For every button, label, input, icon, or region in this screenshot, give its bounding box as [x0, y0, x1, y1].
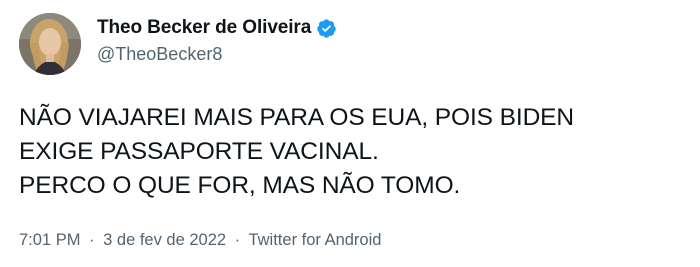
tweet-text-line: NÃO VIAJAREI MAIS PARA OS EUA, POIS BIDE… — [19, 104, 575, 131]
separator-dot: · — [89, 231, 95, 249]
tweet-metadata: 7:01 PM · 3 de fev de 2022 · Twitter for… — [19, 231, 381, 250]
author-handle[interactable]: @TheoBecker8 — [97, 44, 222, 65]
tweet-card: Theo Becker de Oliveira @TheoBecker8 NÃO… — [0, 0, 700, 267]
tweet-date[interactable]: 3 de fev de 2022 — [103, 231, 226, 249]
author-display-name[interactable]: Theo Becker de Oliveira — [97, 17, 311, 39]
verified-badge-icon — [316, 18, 337, 39]
tweet-text: NÃO VIAJAREI MAIS PARA OS EUA, POIS BIDE… — [19, 101, 689, 203]
tweet-text-line: EXIGE PASSAPORTE VACINAL. — [19, 138, 379, 165]
profile-photo-icon — [19, 13, 81, 75]
avatar[interactable] — [19, 13, 81, 75]
author-name-row[interactable]: Theo Becker de Oliveira — [97, 15, 337, 41]
separator-dot: · — [234, 231, 241, 249]
tweet-time[interactable]: 7:01 PM — [19, 231, 80, 249]
tweet-text-line: PERCO O QUE FOR, MAS NÃO TOMO. — [19, 172, 461, 199]
tweet-source[interactable]: Twitter for Android — [248, 231, 381, 249]
